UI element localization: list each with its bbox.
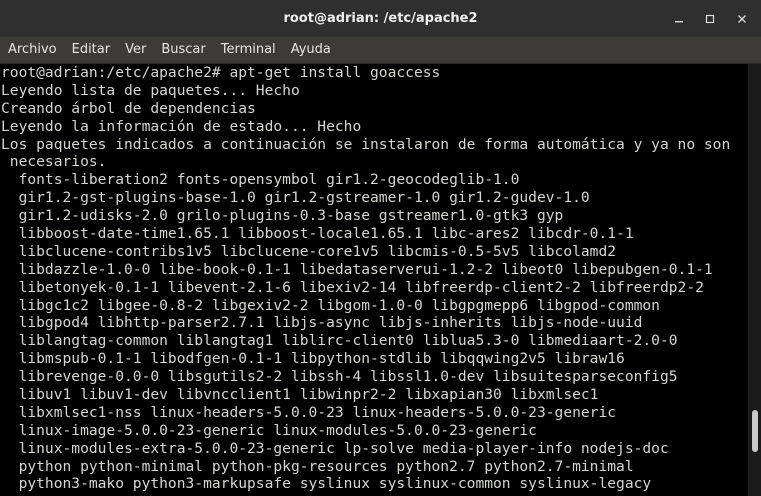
menu-terminal[interactable]: Terminal: [213, 37, 283, 63]
terminal-line: libdazzle-1.0-0 libe-book-0.1-1 libedata…: [1, 260, 713, 278]
terminal-line: libmspub-0.1-1 libodfgen-0.1-1 libpython…: [1, 350, 625, 368]
terminal-line: gir1.2-udisks-2.0 grilo-plugins-0.3-base…: [1, 207, 564, 225]
terminal-line: libgpod4 libhttp-parser2.7.1 libjs-async…: [1, 314, 643, 332]
maximize-icon: [705, 14, 715, 23]
menu-buscar[interactable]: Buscar: [153, 37, 212, 63]
terminal-line: librevenge-0.0-0 libsgutils2-2 libssh-4 …: [1, 368, 678, 386]
terminal-line: liblangtag-common liblangtag1 liblirc-cl…: [1, 332, 678, 350]
terminal-line: Creando árbol de dependencias: [1, 99, 256, 117]
terminal-line: fonts-liberation2 fonts-opensymbol gir1.…: [1, 171, 520, 189]
menu-archivo[interactable]: Archivo: [0, 37, 64, 63]
minimize-icon: [675, 20, 683, 22]
close-button[interactable]: [726, 0, 758, 37]
terminal-line: linux-modules-extra-5.0.0-23-generic lp-…: [1, 439, 669, 457]
scrollbar-thumb[interactable]: [752, 410, 758, 452]
terminal-line: libxmlsec1-nss linux-headers-5.0.0-23 li…: [1, 403, 617, 421]
terminal-line: Leyendo lista de paquetes... Hecho: [1, 81, 300, 99]
terminal-line: libuv1 libuv1-dev libvncclient1 libwinpr…: [1, 386, 599, 404]
menu-ayuda[interactable]: Ayuda: [283, 37, 338, 63]
terminal-line: Los paquetes indicados a continuación se…: [1, 135, 731, 153]
menu-bar: Archivo Editar Ver Buscar Terminal Ayuda: [0, 37, 761, 64]
terminal-window: root@adrian: /etc/apache2 Archivo Editar…: [0, 0, 761, 496]
minimize-button[interactable]: [663, 0, 695, 37]
terminal-line: necesarios.: [1, 153, 107, 171]
menu-ver[interactable]: Ver: [117, 37, 153, 63]
close-icon: [738, 14, 746, 23]
terminal-line: python3-mako python3-markupsafe syslinux…: [1, 475, 652, 493]
window-title: root@adrian: /etc/apache2: [283, 11, 478, 26]
menu-editar[interactable]: Editar: [64, 37, 118, 63]
terminal-line: python python-minimal python-pkg-resourc…: [1, 457, 634, 475]
terminal-line: libetonyek-0.1-1 libevent-2.1-6 libexiv2…: [1, 278, 704, 296]
terminal-line: libclucene-contribs1v5 libclucene-core1v…: [1, 242, 617, 260]
terminal-line: root@adrian:/etc/apache2# apt-get instal…: [1, 64, 441, 81]
terminal-line: gir1.2-gst-plugins-base-1.0 gir1.2-gstre…: [1, 189, 590, 207]
title-bar[interactable]: root@adrian: /etc/apache2: [0, 0, 761, 37]
terminal-line: Leyendo la información de estado... Hech…: [1, 117, 362, 135]
terminal-output[interactable]: root@adrian:/etc/apache2# apt-get instal…: [0, 64, 748, 496]
vertical-scrollbar[interactable]: [748, 64, 761, 496]
maximize-button[interactable]: [694, 0, 726, 37]
terminal-line: libboost-date-time1.65.1 libboost-locale…: [1, 225, 634, 243]
terminal-line: linux-image-5.0.0-23-generic linux-modul…: [1, 421, 537, 439]
terminal-line: libgc1c2 libgee-0.8-2 libgexiv2-2 libgom…: [1, 296, 660, 314]
